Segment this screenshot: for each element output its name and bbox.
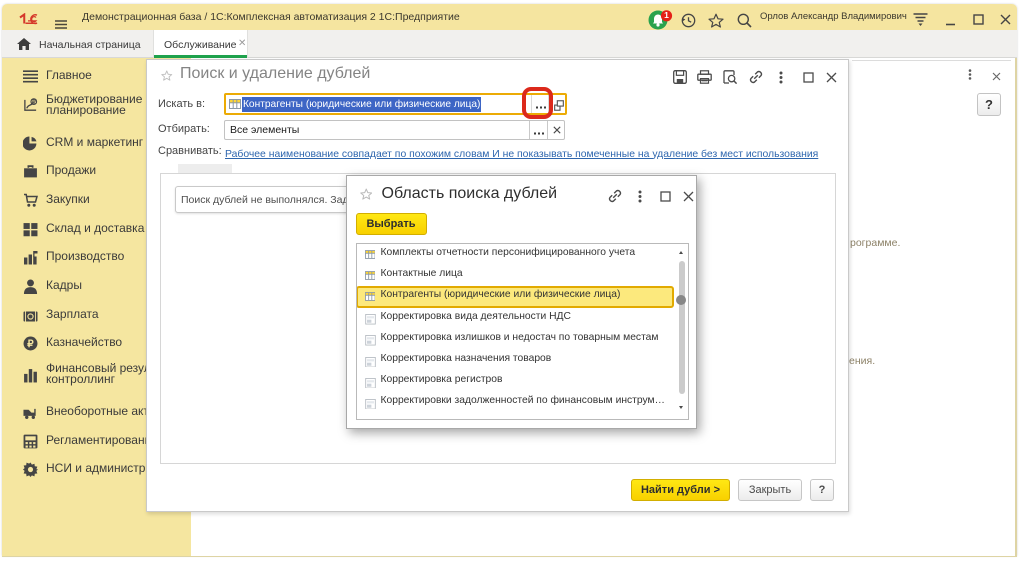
svg-text:1: 1 <box>664 10 669 20</box>
svg-text:₽: ₽ <box>32 99 36 106</box>
svg-text:₽: ₽ <box>27 339 34 350</box>
